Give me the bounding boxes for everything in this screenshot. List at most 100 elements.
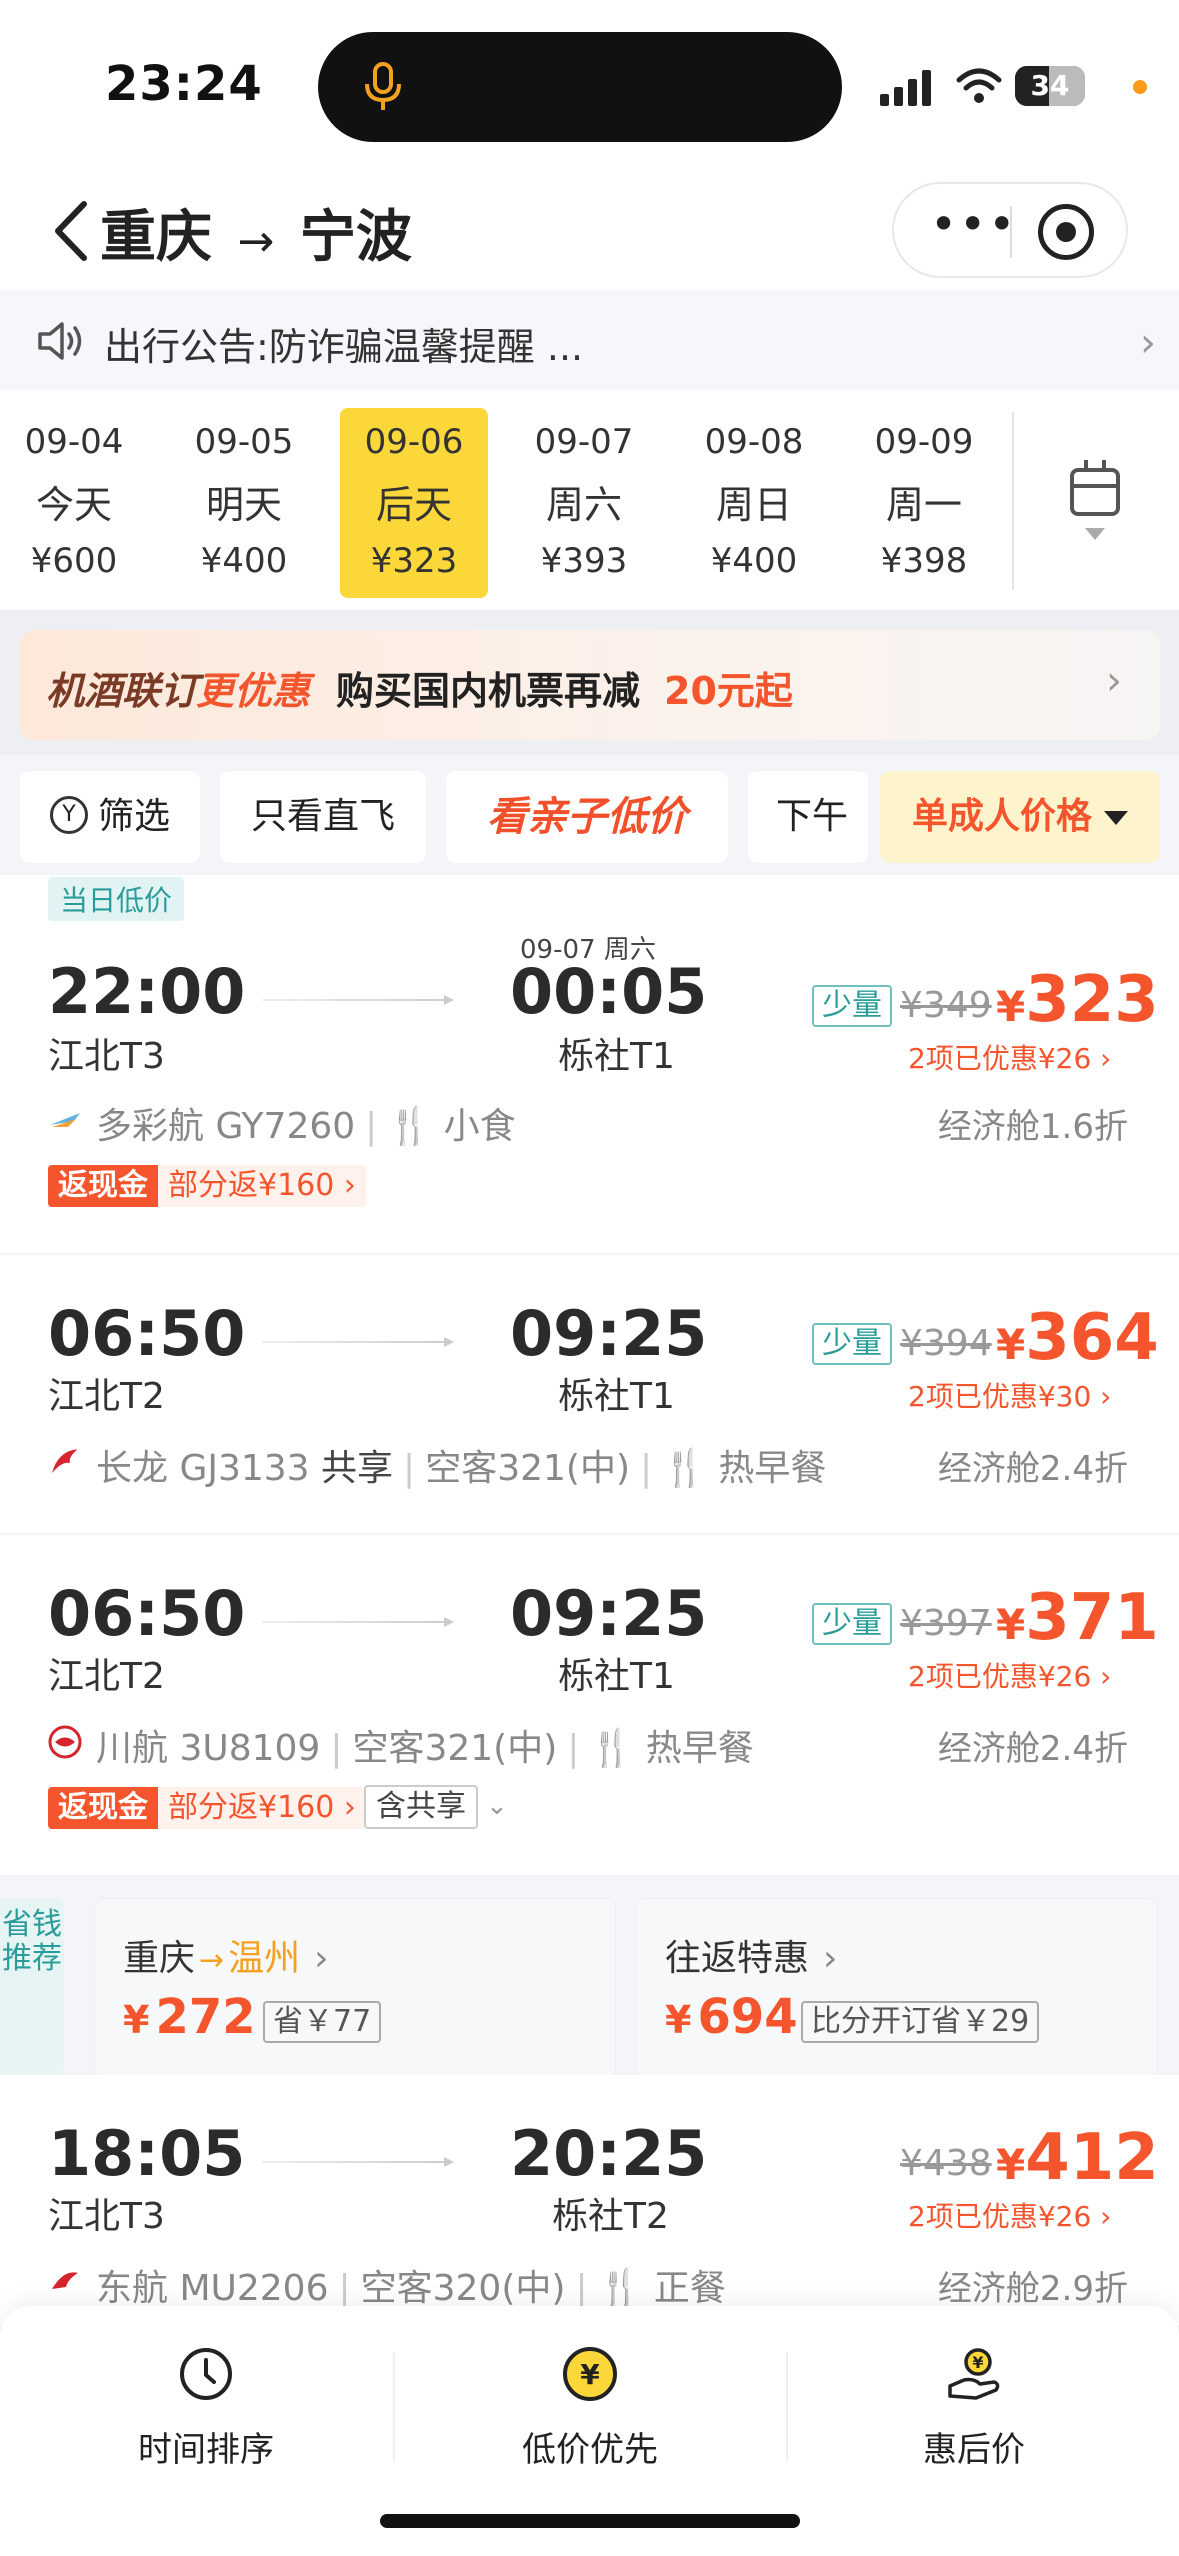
flight-line: [262, 1337, 454, 1347]
after-discount-price-button[interactable]: ¥ 惠后价: [784, 2346, 1164, 2471]
weekday-label: 周一: [885, 483, 962, 527]
arrival-time: 20:25: [510, 2117, 708, 2190]
flight-card[interactable]: 18:05 江北T3 20:25 栎社T2 ¥438 ¥412 2项已优惠¥26…: [0, 2075, 1179, 2325]
aircraft-info: 空客321(中): [352, 1728, 558, 1769]
signal-icon: [880, 70, 931, 106]
speaker-icon: [38, 322, 82, 360]
sort-by-time-button[interactable]: 时间排序: [16, 2346, 396, 2471]
flight-card[interactable]: 当日低价 22:00 江北T3 09-07 周六 00:05 栎社T1 少量 ¥…: [0, 875, 1179, 1253]
meal-info: 热早餐: [645, 1728, 754, 1769]
date-tab[interactable]: 09-08 周日 ¥400: [680, 408, 828, 598]
low-price-first-label: 低价优先: [522, 2430, 658, 2470]
date-label: 09-09: [874, 422, 974, 462]
airline-info: 长龙 GJ3133 共享 | 空客321(中) | 🍴 热早餐: [96, 1448, 827, 1489]
filter-button[interactable]: Y 筛选: [20, 771, 200, 863]
cabin-info: 经济舱1.6折: [937, 1107, 1128, 1147]
notice-text: 出行公告:防诈骗温馨提醒 ...: [104, 325, 584, 369]
caret-down-icon: [1104, 811, 1128, 825]
flight-card[interactable]: 06:50 江北T2 09:25 栎社T1 少量 ¥397 ¥371 2项已优惠…: [0, 1535, 1179, 1875]
date-label: 09-04: [24, 422, 124, 462]
low-price-first-button[interactable]: ¥ 低价优先: [400, 2346, 780, 2471]
more-icon[interactable]: •••: [930, 201, 1015, 247]
airline-flight-no: 长龙 GJ3133: [96, 1448, 310, 1489]
date-tab[interactable]: 09-04 今天 ¥600: [0, 408, 148, 598]
nav-header: 重庆 → 宁波 •••: [0, 170, 1179, 290]
promo-section: 机酒联订 更优惠 购买国内机票再减 20元起 ›: [0, 610, 1179, 755]
afternoon-label: 下午出: [776, 796, 849, 837]
nearby-route-title: 重庆 → 温州 ›: [123, 1938, 329, 1979]
flight-price: ¥371: [996, 1581, 1159, 1655]
sort-by-time-label: 时间排序: [138, 2430, 274, 2470]
flight-line: [262, 1617, 454, 1627]
utensils-icon: 🍴: [662, 1448, 707, 1489]
date-tab[interactable]: 09-07 周六 ¥393: [510, 408, 658, 598]
original-price: ¥394: [900, 1323, 992, 1364]
date-price: ¥323: [370, 541, 458, 581]
flight-card[interactable]: 06:50 江北T2 09:25 栎社T1 少量 ¥394 ¥364 2项已优惠…: [0, 1255, 1179, 1533]
round-trip-title: 往返特惠 ›: [665, 1929, 837, 1981]
currency-symbol: ¥: [665, 1998, 692, 2042]
cabin-info: 经济舱2.9折: [937, 2269, 1128, 2309]
saving-recommend-label: 省钱推荐: [0, 1898, 64, 2078]
arrival-airport: 栎社T1: [558, 1036, 675, 1077]
nearby-route-card[interactable]: 重庆 → 温州 › ¥272 省￥77: [94, 1898, 616, 2078]
clock-icon: [180, 2348, 232, 2400]
departure-time: 06:50: [48, 1297, 246, 1370]
kids-low-price-button[interactable]: 看亲子低价: [446, 771, 728, 863]
discount-info[interactable]: 2项已优惠¥26 ›: [908, 1655, 1111, 1695]
page-title: 重庆 → 宁波: [100, 192, 412, 273]
cashback-tag[interactable]: 返现金 部分返¥160 ›: [48, 1787, 366, 1829]
departure-time: 06:50: [48, 1577, 246, 1650]
arrival-time: 09:25: [510, 1577, 708, 1650]
original-price: ¥349: [900, 985, 992, 1026]
utensils-icon: 🍴: [589, 1728, 635, 1769]
meal-info: 正餐: [653, 2268, 726, 2309]
codeshare-tag[interactable]: 含共享: [364, 1785, 478, 1829]
round-trip-card[interactable]: 往返特惠 › ¥694 比分开订省￥29: [636, 1898, 1158, 2078]
afternoon-button[interactable]: 下午出: [748, 771, 868, 863]
promo-banner[interactable]: 机酒联订 更优惠 购买国内机票再减 20元起 ›: [20, 630, 1160, 740]
currency-symbol: ¥: [996, 2140, 1026, 2189]
discount-info[interactable]: 2项已优惠¥26 ›: [908, 1037, 1111, 1077]
date-selector: 09-04 今天 ¥600 09-05 明天 ¥400 09-06 后天 ¥32…: [0, 390, 1179, 610]
flight-price: ¥323: [996, 963, 1159, 1037]
calendar-icon[interactable]: [1070, 460, 1120, 516]
travel-notice[interactable]: 出行公告:防诈骗温馨提醒 ... ›: [0, 290, 1179, 390]
meal-info: 小食: [443, 1106, 516, 1147]
price-value: 272: [155, 1989, 256, 2045]
close-target-icon[interactable]: [1038, 204, 1094, 260]
date-tab[interactable]: 09-05 明天 ¥400: [170, 408, 318, 598]
nearby-save-tag: 省￥77: [263, 2001, 382, 2043]
cashback-tag[interactable]: 返现金 部分返¥160 ›: [48, 1165, 366, 1207]
kids-low-price-label: 看亲子低价: [487, 794, 687, 840]
date-tab[interactable]: 09-09 周一 ¥398: [850, 408, 998, 598]
discount-info[interactable]: 2项已优惠¥30 ›: [908, 1375, 1111, 1415]
meal-info: 热早餐: [718, 1448, 827, 1489]
filter-icon: Y: [49, 796, 88, 834]
privacy-indicator-dot: [1133, 80, 1147, 94]
airline-info: 川航 3U8109 | 空客321(中) | 🍴 热早餐: [96, 1728, 754, 1769]
direct-only-button[interactable]: 只看直飞: [220, 771, 426, 863]
airline-info: 多彩航 GY7260 | 🍴 小食: [96, 1106, 516, 1147]
airline-flight-no: 多彩航 GY7260: [96, 1106, 356, 1147]
price-mode-label: 单成人价格: [911, 796, 1092, 837]
date-price: ¥400: [200, 541, 288, 581]
weekday-label: 明天: [205, 483, 282, 527]
nearby-from: 重庆: [123, 1938, 196, 1979]
date-price: ¥398: [880, 541, 968, 581]
back-arrow-icon[interactable]: [46, 196, 96, 266]
battery-icon: 34: [1015, 66, 1085, 106]
price-mode-dropdown[interactable]: 单成人价格: [880, 771, 1160, 863]
airline-logo-icon: [50, 1113, 80, 1127]
home-indicator: [380, 2514, 800, 2528]
airline-logo-icon: [52, 2272, 78, 2289]
cashback-text: 部分返¥160 ›: [158, 1165, 366, 1207]
date-price: ¥400: [710, 541, 798, 581]
status-bar: 23:24 34: [0, 0, 1179, 170]
date-tab-selected[interactable]: 09-06 后天 ¥323: [340, 408, 488, 598]
departure-time: 22:00: [48, 955, 246, 1028]
dynamic-island: [318, 32, 842, 142]
discount-info[interactable]: 2项已优惠¥26 ›: [908, 2195, 1111, 2235]
departure-airport: 江北T3: [48, 1036, 165, 1077]
price-value: 323: [1025, 963, 1159, 1037]
